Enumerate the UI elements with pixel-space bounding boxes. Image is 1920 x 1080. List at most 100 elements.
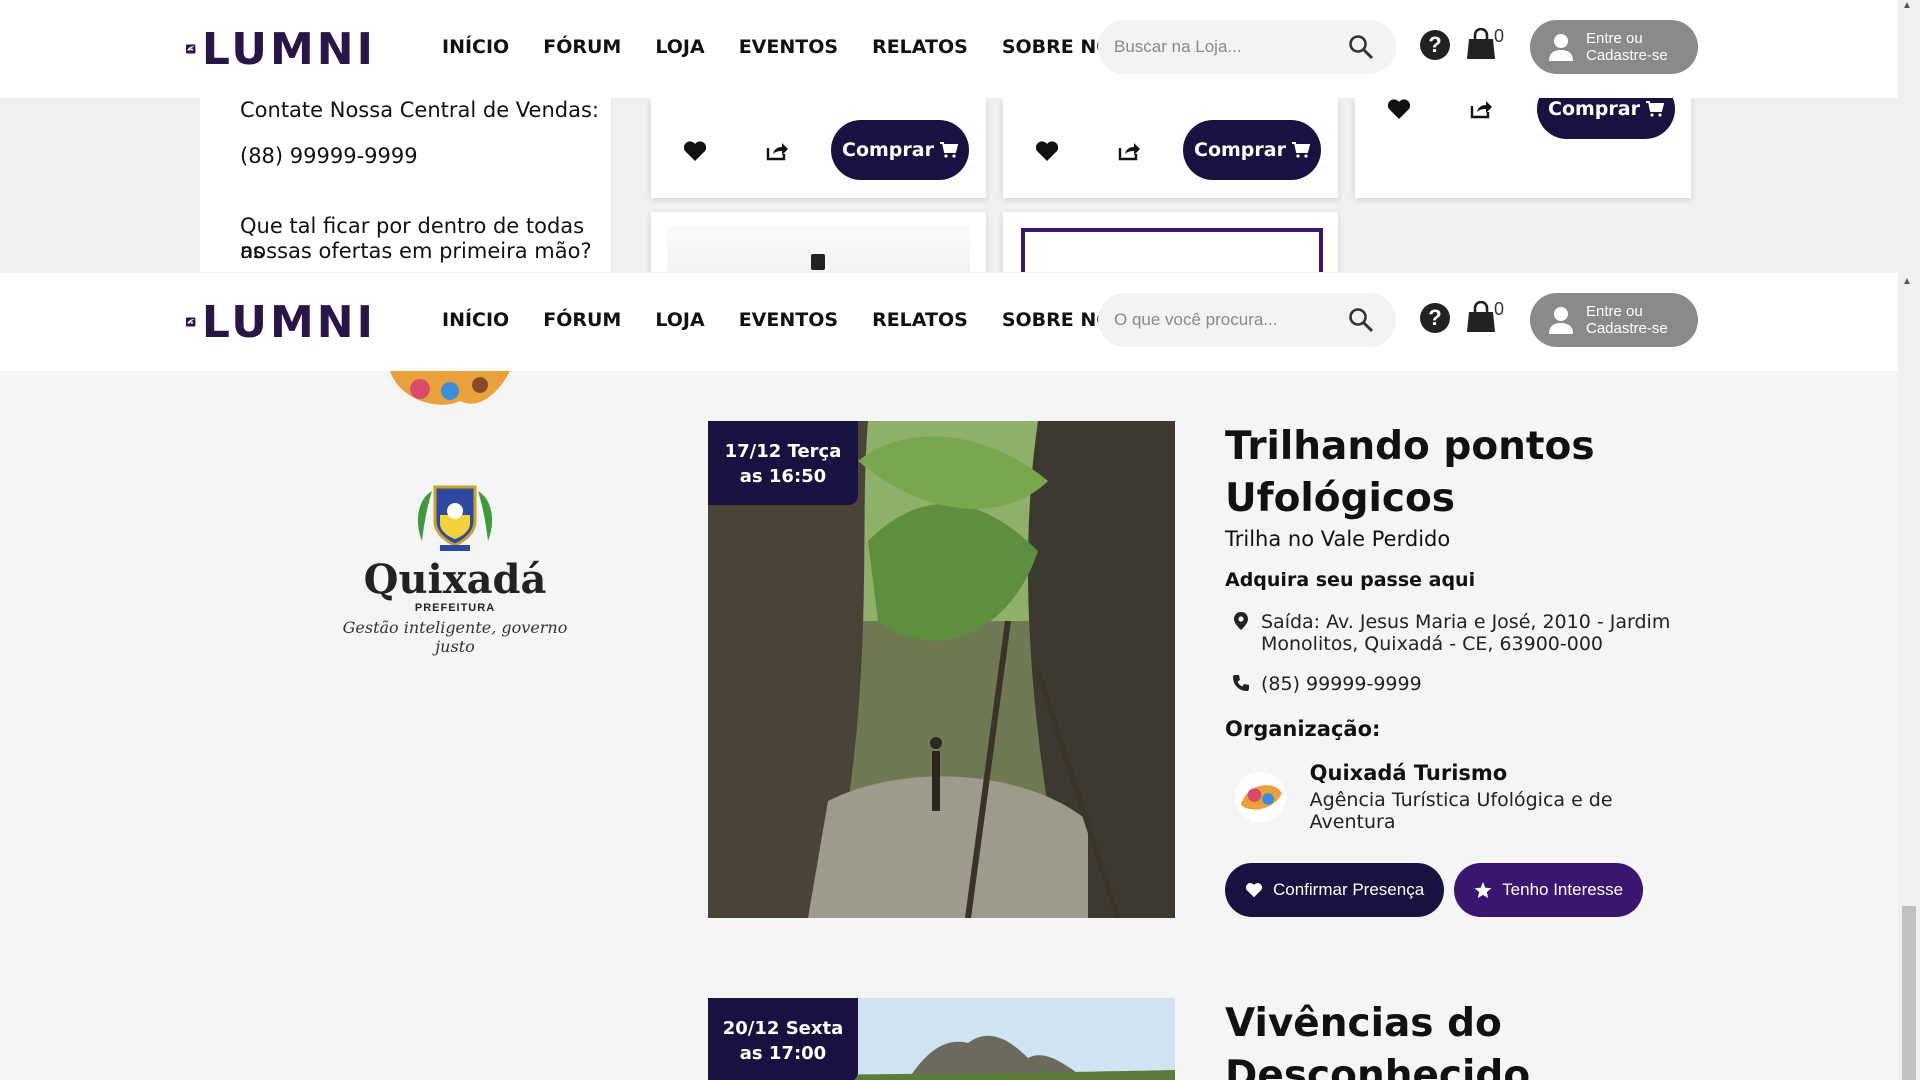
login-button[interactable]: Entre ou Cadastre-se xyxy=(1530,293,1698,347)
logo[interactable]: LUMNI xyxy=(186,23,376,75)
buy-pass-link[interactable]: Adquira seu passe aqui xyxy=(1225,569,1695,591)
scroll-up-arrow-icon[interactable]: ▲ xyxy=(1902,0,1912,11)
store-search xyxy=(1098,20,1396,74)
logo-mark-icon xyxy=(186,44,196,54)
search-icon[interactable] xyxy=(1348,307,1374,333)
nav-relatos[interactable]: RELATOS xyxy=(872,36,968,58)
event-image[interactable]: 20/12 Sexta as 17:00 xyxy=(708,998,1175,1080)
login-line2: Cadastre-se xyxy=(1586,47,1668,64)
search-input[interactable] xyxy=(1114,310,1334,330)
event-image[interactable]: 17/12 Terça as 16:50 xyxy=(708,421,1175,918)
events-section: Quixadá PREFEITURA Gestão inteligente, g… xyxy=(0,371,1898,1080)
buy-button-label: Comprar xyxy=(1548,98,1640,120)
coat-of-arms-icon xyxy=(417,485,493,551)
product-image xyxy=(811,254,825,270)
page: Contate Nossa Central de Vendas: (88) 99… xyxy=(0,0,1920,1080)
event-date-badge: 17/12 Terça as 16:50 xyxy=(708,421,858,505)
login-label: Entre ou Cadastre-se xyxy=(1586,30,1668,64)
sponsor-logo: Quixadá PREFEITURA Gestão inteligente, g… xyxy=(330,481,580,656)
heart-icon[interactable] xyxy=(1035,140,1059,162)
logo-text: LUMNI xyxy=(201,23,376,75)
share-icon[interactable] xyxy=(1117,140,1141,162)
buy-button-label: Comprar xyxy=(842,139,934,161)
nav-inicio[interactable]: INÍCIO xyxy=(442,36,509,58)
shopping-bag-icon[interactable] xyxy=(1466,301,1496,333)
newsletter-line2: nossas ofertas em primeira mão? xyxy=(240,239,592,263)
event-actions: Confirmar Presença Tenho Interesse xyxy=(1225,863,1695,917)
organizer-desc: Agência Turística Ufológica e de Aventur… xyxy=(1309,789,1613,833)
confirm-attendance-button[interactable]: Confirmar Presença xyxy=(1225,863,1445,917)
organizer[interactable]: Quixadá Turismo Agência Turística Ufológ… xyxy=(1225,761,1695,833)
login-line1: Entre ou xyxy=(1586,30,1643,47)
nav-relatos[interactable]: RELATOS xyxy=(872,309,968,331)
confirm-label: Confirmar Presença xyxy=(1273,880,1425,899)
heart-icon[interactable] xyxy=(1387,98,1411,120)
share-icon[interactable] xyxy=(765,140,789,162)
phone-icon xyxy=(1233,675,1249,691)
buy-button[interactable]: Comprar xyxy=(1183,120,1321,180)
shopping-bag-icon[interactable] xyxy=(1466,28,1496,60)
scrollbar-thumb[interactable] xyxy=(1902,906,1916,1080)
event-subtitle: Trilha no Vale Perdido xyxy=(1225,527,1451,551)
sponsor-name: Quixadá xyxy=(363,556,547,603)
event-title[interactable]: Trilhando pontos Ufológicos xyxy=(1225,421,1695,525)
product-image xyxy=(1021,228,1323,272)
event-info: Vivências do Desconhecido xyxy=(1225,998,1695,1080)
event-address: Saída: Av. Jesus Maria e José, 2010 - Ja… xyxy=(1261,611,1671,655)
event-title[interactable]: Vivências do Desconhecido xyxy=(1225,998,1695,1080)
login-line2: Cadastre-se xyxy=(1586,320,1668,337)
nav-loja[interactable]: LOJA xyxy=(655,309,704,331)
nav-eventos[interactable]: EVENTOS xyxy=(739,36,838,58)
product-card: Comprar xyxy=(651,98,986,198)
nav-loja[interactable]: LOJA xyxy=(655,36,704,58)
nav-forum[interactable]: FÓRUM xyxy=(543,36,621,58)
sponsor-sub: PREFEITURA xyxy=(414,602,496,614)
cart-count: 0 xyxy=(1494,299,1505,319)
event-date: 17/12 Terça xyxy=(724,441,842,462)
scroll-up-arrow-icon[interactable]: ▲ xyxy=(1902,276,1912,287)
nav-eventos[interactable]: EVENTOS xyxy=(739,309,838,331)
contact-card: Contate Nossa Central de Vendas: (88) 99… xyxy=(200,98,612,272)
sponsor-logo-partial xyxy=(390,371,510,405)
interested-button[interactable]: Tenho Interesse xyxy=(1454,863,1644,917)
interested-label: Tenho Interesse xyxy=(1502,880,1624,899)
main-nav: INÍCIO FÓRUM LOJA EVENTOS RELATOS SOBRE … xyxy=(442,36,1126,58)
heart-icon[interactable] xyxy=(683,140,707,162)
site-header: LUMNI INÍCIO FÓRUM LOJA EVENTOS RELATOS … xyxy=(0,273,1898,371)
map-pin-icon xyxy=(1234,612,1248,630)
event-info: Trilhando pontos Ufológicos Trilha no Va… xyxy=(1225,421,1695,917)
help-icon[interactable]: ? xyxy=(1420,30,1450,60)
login-line1: Entre ou xyxy=(1586,303,1643,320)
buy-button[interactable]: Comprar xyxy=(831,120,969,180)
user-icon xyxy=(1549,34,1573,61)
event-time: as 16:50 xyxy=(739,466,827,487)
login-label: Entre ou Cadastre-se xyxy=(1586,303,1668,337)
events-search xyxy=(1098,293,1396,347)
cart-count: 0 xyxy=(1494,26,1505,46)
event-phone: (85) 99999-9999 xyxy=(1261,673,1422,695)
help-icon[interactable]: ? xyxy=(1420,303,1450,333)
contact-title: Contate Nossa Central de Vendas: xyxy=(240,98,599,122)
cart-icon xyxy=(939,142,958,158)
nav-forum[interactable]: FÓRUM xyxy=(543,309,621,331)
search-input[interactable] xyxy=(1114,37,1334,57)
organizer-logo xyxy=(1234,771,1286,823)
organizer-name: Quixadá Turismo xyxy=(1309,761,1508,785)
product-card: Comprar xyxy=(1003,98,1338,198)
event-address-row: Saída: Av. Jesus Maria e José, 2010 - Ja… xyxy=(1225,611,1695,655)
event-date: 20/12 Sexta xyxy=(722,1018,844,1039)
site-header: LUMNI INÍCIO FÓRUM LOJA EVENTOS RELATOS … xyxy=(0,0,1898,98)
cart-icon xyxy=(1645,101,1664,117)
product-card-partial xyxy=(651,212,986,272)
sponsor-slogan: Gestão inteligente, governo justo xyxy=(342,618,568,656)
logo[interactable]: LUMNI xyxy=(186,297,376,348)
star-icon xyxy=(1474,881,1492,898)
login-button[interactable]: Entre ou Cadastre-se xyxy=(1530,20,1698,74)
event-time: as 17:00 xyxy=(739,1043,827,1064)
share-icon[interactable] xyxy=(1469,98,1493,120)
search-icon[interactable] xyxy=(1348,34,1374,60)
organizer-text: Quixadá Turismo Agência Turística Ufológ… xyxy=(1310,761,1695,833)
event-phone-row: (85) 99999-9999 xyxy=(1225,673,1695,695)
main-nav: INÍCIO FÓRUM LOJA EVENTOS RELATOS SOBRE … xyxy=(442,309,1126,331)
nav-inicio[interactable]: INÍCIO xyxy=(442,309,509,331)
